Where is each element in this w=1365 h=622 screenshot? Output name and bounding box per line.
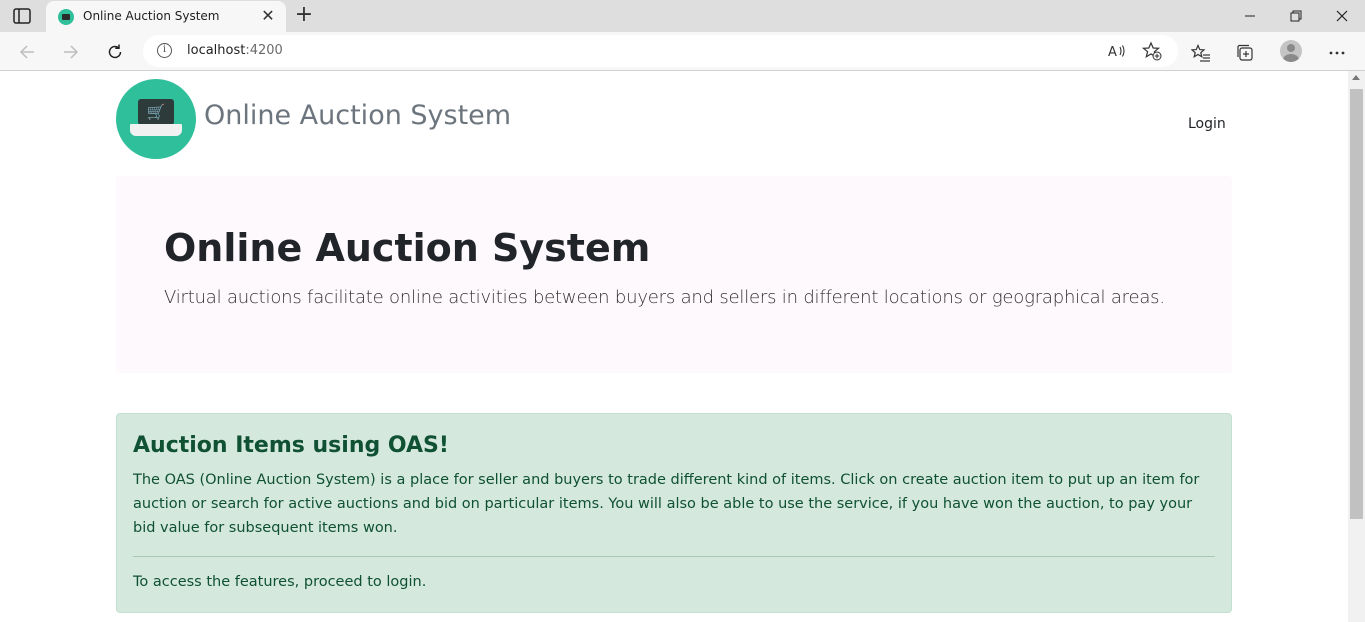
- alert-footer: To access the features, proceed to login…: [133, 574, 427, 590]
- url-text[interactable]: localhost:4200: [187, 43, 283, 58]
- address-bar[interactable]: i localhost:4200 A: [143, 35, 1178, 67]
- refresh-icon[interactable]: [102, 39, 128, 65]
- page-viewport: 🛒 Online Auction System Login Online Auc…: [0, 71, 1348, 622]
- alert-body: The OAS (Online Auction System) is a pla…: [133, 472, 1200, 536]
- favorites-icon[interactable]: [1190, 41, 1212, 63]
- info-alert: Auction Items using OAS! The OAS (Online…: [116, 413, 1232, 613]
- arrow-left-icon[interactable]: [14, 39, 40, 65]
- site-header: 🛒 Online Auction System Login: [116, 79, 1232, 161]
- alert-divider: [133, 556, 1215, 557]
- read-aloud-icon[interactable]: A: [1107, 41, 1127, 61]
- svg-text:A: A: [1108, 45, 1117, 59]
- plus-icon[interactable]: +: [292, 4, 316, 28]
- sidebar-icon[interactable]: [12, 7, 34, 25]
- hero-lead: Virtual auctions facilitate online activ…: [164, 287, 1165, 308]
- info-icon[interactable]: i: [157, 43, 172, 58]
- site-favicon-icon: [58, 9, 74, 25]
- browser-tabstrip: Online Auction System ✕ +: [0, 0, 1365, 32]
- close-window-icon[interactable]: [1319, 0, 1365, 32]
- site-brand-title[interactable]: Online Auction System: [204, 100, 511, 131]
- profile-icon[interactable]: [1280, 40, 1302, 62]
- login-link[interactable]: Login: [1188, 116, 1226, 132]
- minimize-icon[interactable]: [1227, 0, 1273, 32]
- ellipsis-icon[interactable]: [1326, 41, 1348, 63]
- hero-title: Online Auction System: [164, 226, 651, 270]
- collections-icon[interactable]: [1234, 41, 1256, 63]
- tab-title: Online Auction System: [83, 9, 220, 23]
- page-scrollbar[interactable]: [1348, 71, 1365, 622]
- alert-heading: Auction Items using OAS!: [133, 433, 449, 458]
- browser-toolbar: i localhost:4200 A: [0, 32, 1365, 71]
- scrollbar-thumb[interactable]: [1350, 89, 1363, 519]
- star-plus-icon[interactable]: [1141, 41, 1162, 61]
- restore-icon[interactable]: [1273, 0, 1319, 32]
- arrow-right-icon[interactable]: [58, 39, 84, 65]
- scroll-up-icon[interactable]: [1352, 75, 1360, 80]
- hero-banner: Online Auction System Virtual auctions f…: [116, 176, 1232, 373]
- close-tab-icon[interactable]: ✕: [259, 7, 277, 25]
- laptop-cart-icon[interactable]: 🛒: [116, 79, 196, 159]
- browser-tab-active[interactable]: Online Auction System ✕: [46, 1, 286, 32]
